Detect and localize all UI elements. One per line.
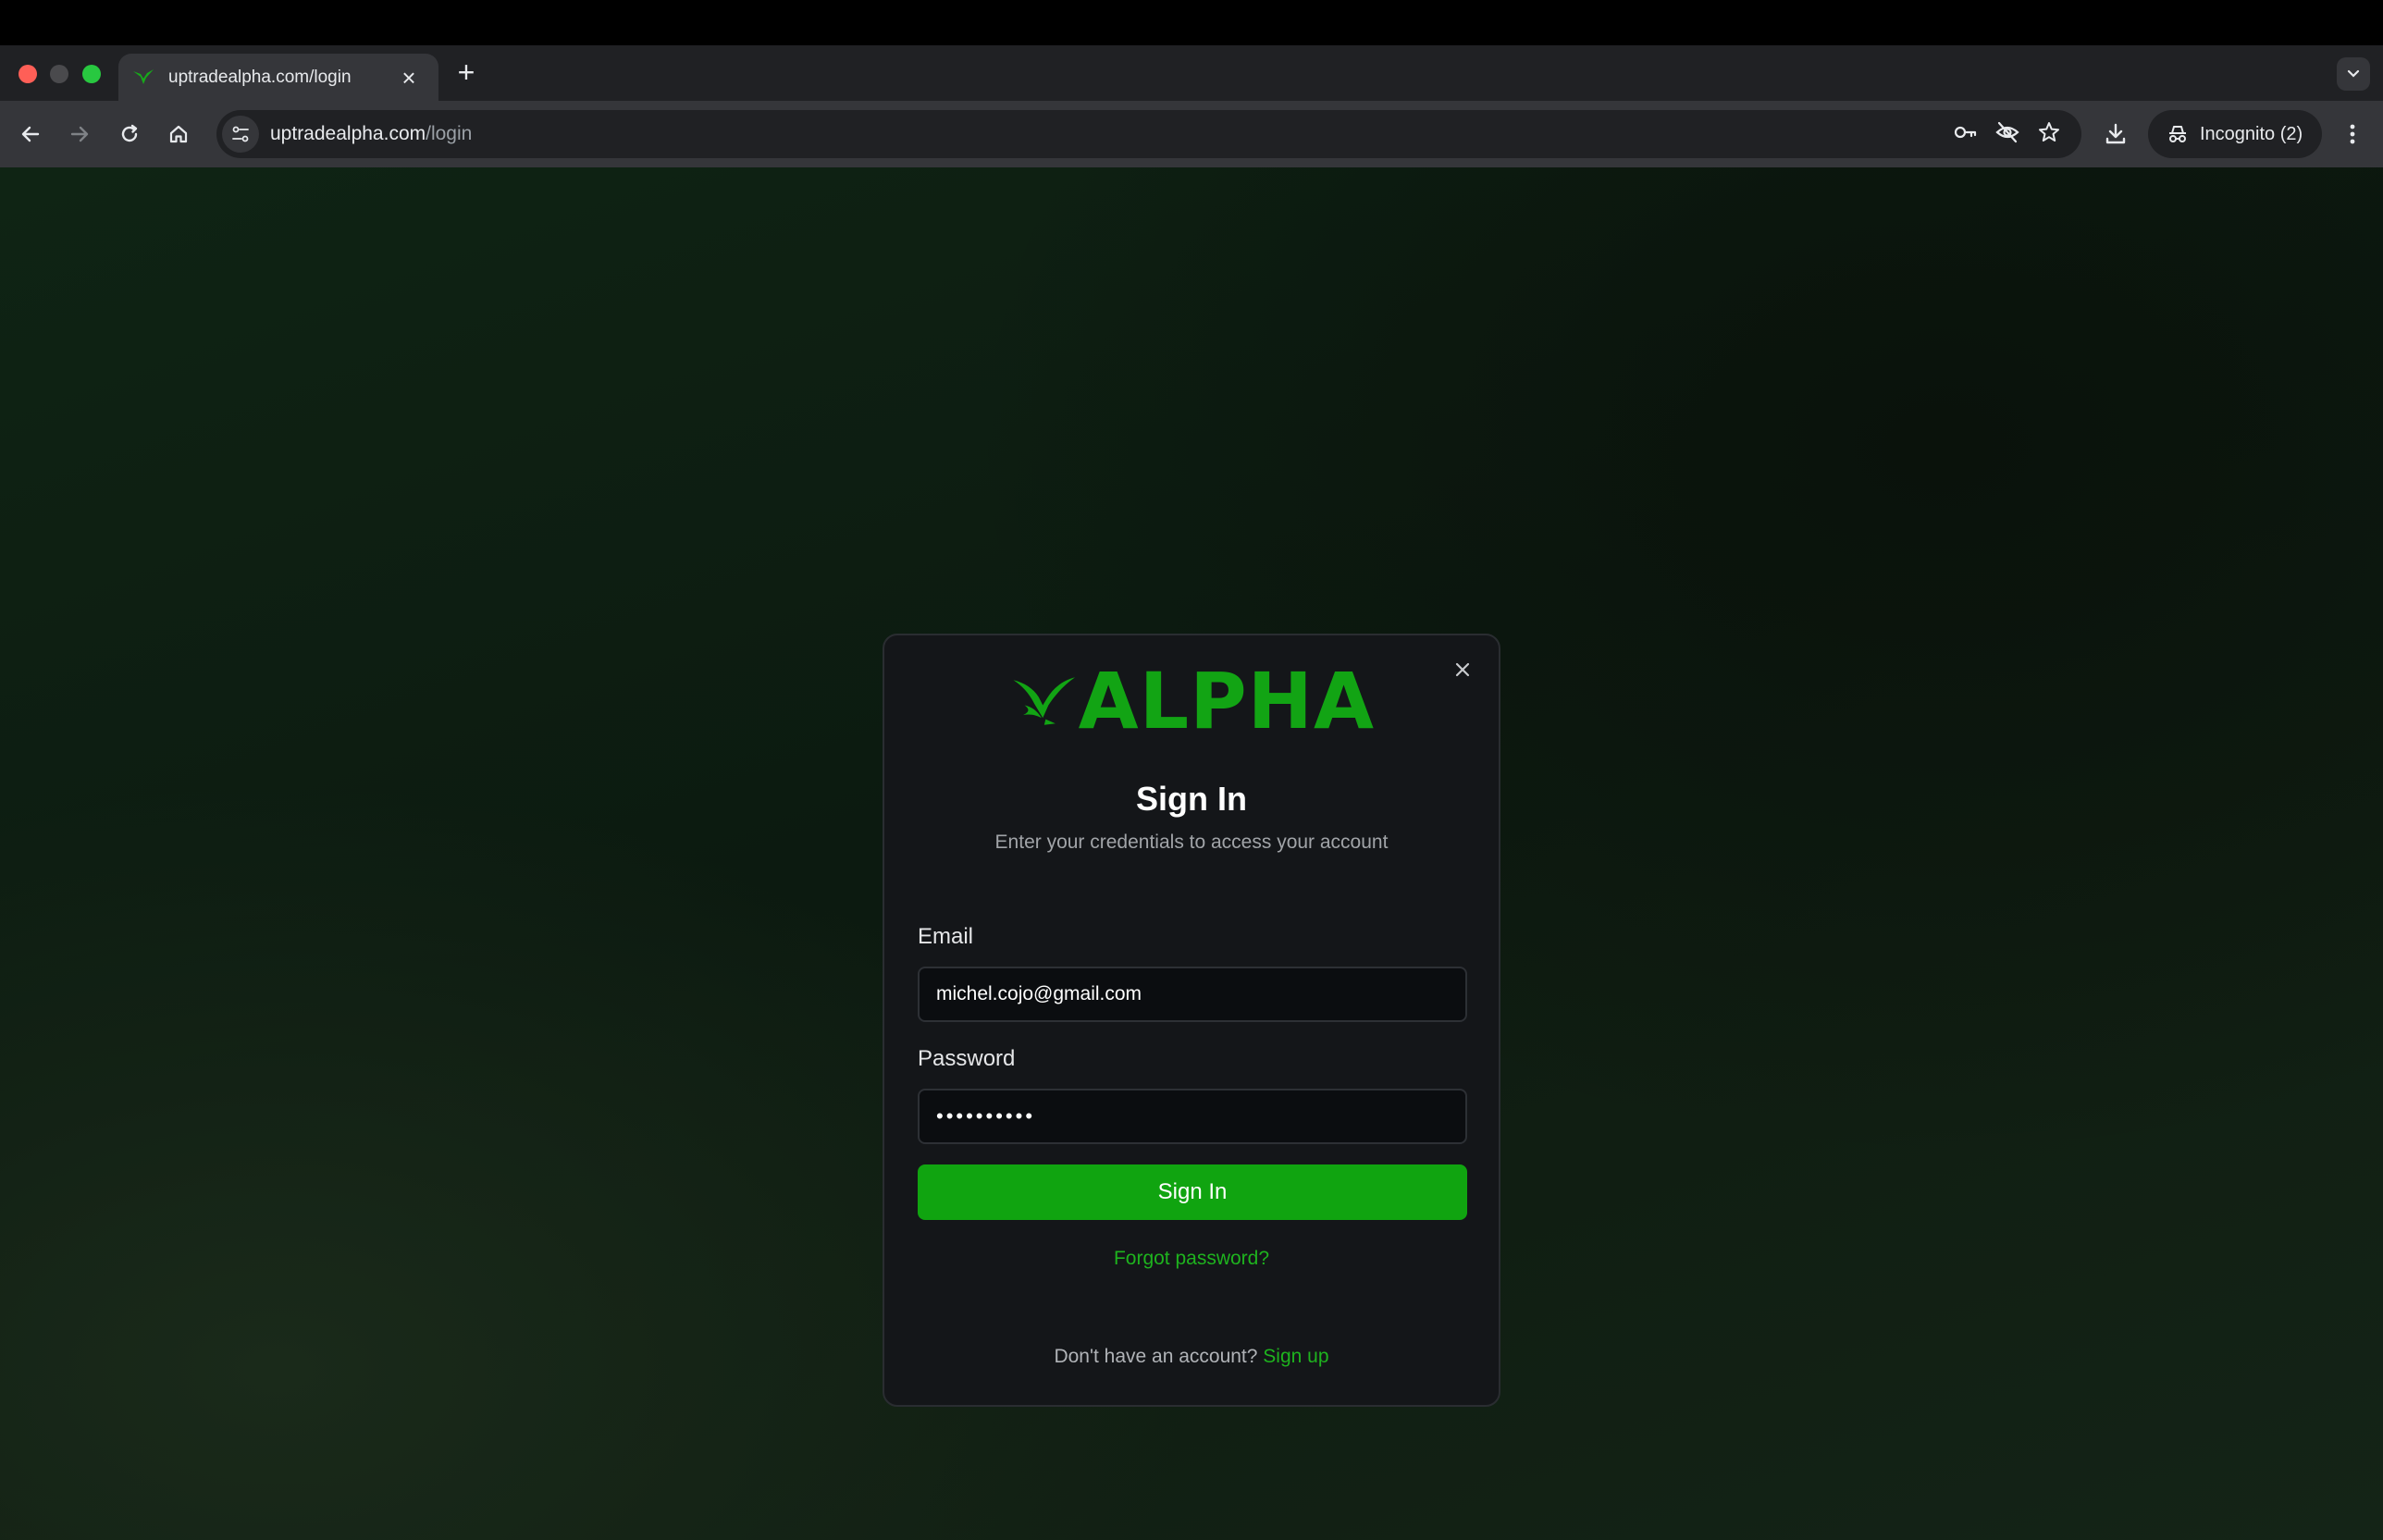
- signin-modal: ALPHA Sign In Enter your credentials to …: [883, 634, 1500, 1407]
- new-tab-plus-icon[interactable]: +: [451, 57, 481, 87]
- incognito-icon: [2169, 126, 2186, 142]
- bird-logo-icon: [1013, 677, 1076, 725]
- page-background: ALPHA Sign In Enter your credentials to …: [0, 167, 2383, 1540]
- window-minimize-button[interactable]: [50, 65, 68, 83]
- address-bar[interactable]: uptradealpha.com/login: [216, 110, 2081, 158]
- signup-prompt: Don't have an account? Sign up: [884, 1346, 1499, 1368]
- key-icon[interactable]: [1952, 119, 1978, 150]
- signup-link[interactable]: Sign up: [1263, 1346, 1328, 1367]
- window-zoom-button[interactable]: [82, 65, 101, 83]
- incognito-label: Incognito (2): [2200, 123, 2303, 144]
- screen-top-bar: [0, 0, 2383, 45]
- password-field[interactable]: ••••••••••: [918, 1089, 1467, 1144]
- tab-search-button[interactable]: [2337, 57, 2370, 91]
- alpha-logo: ALPHA: [1012, 656, 1375, 746]
- url-path: /login: [426, 123, 473, 144]
- site-settings-icon[interactable]: [222, 116, 259, 153]
- email-label: Email: [918, 924, 974, 949]
- url-text[interactable]: uptradealpha.com/login: [270, 123, 472, 145]
- tab-title: uptradealpha.com/login: [168, 68, 352, 87]
- chevron-down-icon: [2347, 69, 2360, 78]
- forgot-password-link[interactable]: Forgot password?: [884, 1248, 1499, 1270]
- forward-arrow-icon[interactable]: [62, 117, 97, 152]
- tab-close-icon[interactable]: ×: [396, 66, 422, 90]
- password-label: Password: [918, 1046, 1016, 1071]
- page-title: Sign In: [1136, 780, 1247, 818]
- url-domain: uptradealpha.com: [270, 123, 426, 144]
- page-subtitle: Enter your credentials to access your ac…: [994, 832, 1389, 853]
- browser-tab-active[interactable]: uptradealpha.com/login ×: [118, 54, 438, 102]
- star-icon[interactable]: [2037, 120, 2061, 149]
- window-close-button[interactable]: [19, 65, 37, 83]
- alpha-favicon-icon: [133, 69, 154, 84]
- no-account-text: Don't have an account?: [1054, 1346, 1258, 1367]
- kebab-menu-icon[interactable]: [2335, 117, 2370, 152]
- download-icon[interactable]: [2098, 117, 2133, 152]
- email-field[interactable]: michel.cojo@gmail.com: [918, 967, 1467, 1022]
- brand-wordmark: ALPHA: [1078, 656, 1375, 746]
- close-icon[interactable]: [1449, 656, 1476, 684]
- reload-icon[interactable]: [112, 117, 147, 152]
- back-arrow-icon[interactable]: [13, 117, 48, 152]
- signin-button[interactable]: Sign In: [918, 1164, 1467, 1220]
- incognito-profile-button[interactable]: Incognito (2): [2148, 110, 2322, 158]
- eye-off-icon[interactable]: [1994, 119, 2020, 150]
- home-icon[interactable]: [161, 117, 196, 152]
